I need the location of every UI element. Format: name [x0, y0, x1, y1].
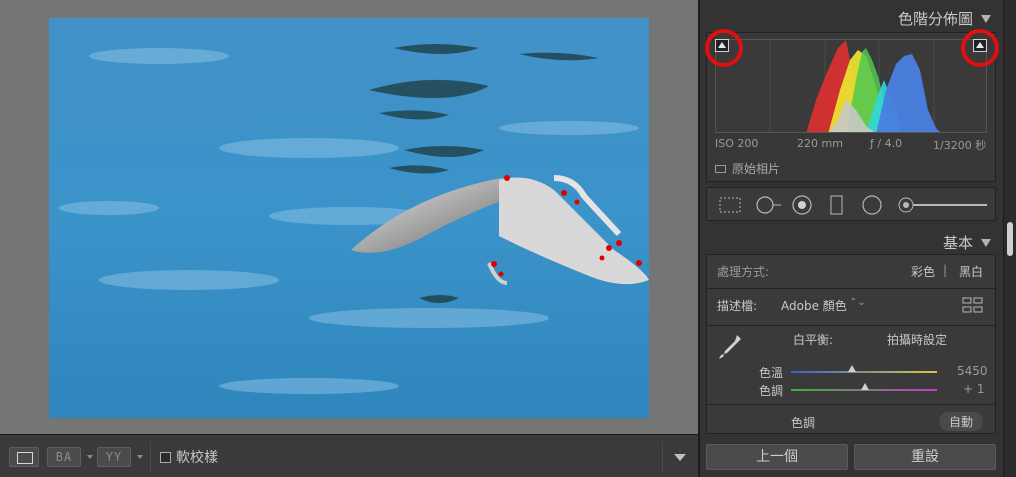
histogram[interactable]: ISO 200 220 mm ƒ / 4.0 1/3200 秒 原始相片 — [705, 29, 999, 182]
soft-proof-toggle[interactable]: 軟校樣 — [160, 448, 218, 466]
crop-overlay-icon[interactable] — [717, 195, 743, 215]
image-canvas[interactable] — [0, 0, 698, 434]
original-photo-icon — [715, 164, 726, 173]
scrollbar-thumb[interactable] — [1007, 222, 1013, 256]
reset-button[interactable]: 重設 — [854, 444, 996, 470]
collapse-icon[interactable] — [981, 14, 991, 23]
temperature-slider[interactable] — [791, 371, 937, 373]
histogram-header[interactable]: 色階分佈圖 — [898, 8, 991, 29]
shutter-value: 1/3200 秒 — [933, 139, 987, 152]
treatment-separator: | — [943, 263, 948, 277]
toolbar-divider — [150, 441, 151, 472]
auto-tone-button[interactable]: 自動 — [939, 412, 984, 431]
before-after-chevron-icon[interactable] — [87, 455, 93, 459]
treatment-color-option[interactable]: 彩色 — [911, 263, 935, 280]
panel-scrollbar[interactable] — [1003, 0, 1016, 477]
aperture-value: ƒ / 4.0 — [870, 137, 903, 150]
profile-dropdown[interactable]: Adobe 顏色 — [781, 297, 847, 314]
soft-proof-label: 軟校樣 — [176, 450, 218, 466]
histogram-graph — [715, 39, 987, 133]
seagull-photo — [49, 18, 649, 418]
eyedropper-icon[interactable] — [717, 333, 743, 363]
basic-header[interactable]: 基本 — [943, 232, 991, 253]
profile-label: 描述檔: — [717, 299, 758, 313]
previous-button[interactable]: 上一個 — [706, 444, 848, 470]
radial-filter-icon[interactable] — [861, 195, 883, 215]
original-photo-toggle[interactable]: 原始相片 — [715, 160, 780, 177]
tint-slider-knob[interactable] — [861, 383, 870, 390]
iso-value: ISO 200 — [715, 137, 759, 150]
adjustment-brush-icon[interactable] — [897, 195, 989, 215]
develop-panel: 色階分佈圖 ISO 200 220 mm ƒ / 4.0 1/3200 秒 原始… — [698, 0, 1003, 477]
focal-length-value: 220 mm — [797, 137, 843, 150]
before-after-button[interactable]: BA — [47, 447, 81, 467]
toolbar-menu-icon[interactable] — [674, 454, 686, 461]
row-divider — [707, 325, 995, 326]
temperature-label: 色溫 — [759, 366, 784, 380]
temperature-slider-knob[interactable] — [848, 365, 857, 372]
tool-strip — [706, 187, 996, 221]
tint-label: 色調 — [759, 384, 784, 398]
tone-label: 色調 — [791, 416, 816, 430]
before-after-split-button[interactable]: YY — [97, 447, 131, 467]
highlight-clip-highlight-ring — [961, 29, 999, 67]
temperature-value[interactable]: 5450 — [957, 364, 988, 378]
spot-removal-icon[interactable] — [753, 195, 783, 215]
bottom-toolbar: BA YY 軟校樣 — [0, 434, 698, 477]
original-photo-label: 原始相片 — [732, 162, 781, 176]
white-balance-dropdown[interactable]: 拍攝時設定 — [887, 331, 947, 348]
collapse-icon[interactable] — [981, 238, 991, 247]
treatment-label: 處理方式: — [717, 265, 770, 279]
basic-title: 基本 — [942, 234, 973, 252]
treatment-bw-option[interactable]: 黑白 — [959, 263, 983, 280]
split-chevron-icon[interactable] — [137, 455, 143, 459]
histogram-chart — [769, 40, 940, 132]
histogram-title: 色階分佈圖 — [897, 10, 973, 28]
toolbar-divider — [662, 441, 663, 472]
loupe-view-button[interactable] — [9, 447, 39, 467]
row-divider — [707, 404, 995, 405]
profile-dropdown-chevron-icon[interactable]: ⌃⌄ — [849, 297, 866, 308]
white-balance-label: 白平衡: — [793, 333, 834, 347]
graduated-filter-icon[interactable] — [829, 195, 845, 215]
profile-browser-grid-icon[interactable] — [962, 297, 984, 313]
shadow-clip-highlight-ring — [705, 29, 743, 67]
red-eye-icon[interactable] — [791, 195, 813, 215]
row-divider — [707, 288, 995, 289]
tint-value[interactable]: + 1 — [963, 382, 985, 396]
basic-panel: 處理方式: 彩色 | 黑白 描述檔: Adobe 顏色 ⌃⌄ 白平衡: 拍攝時設… — [706, 254, 996, 434]
photo-preview[interactable] — [49, 18, 649, 418]
soft-proof-checkbox[interactable] — [160, 451, 171, 463]
